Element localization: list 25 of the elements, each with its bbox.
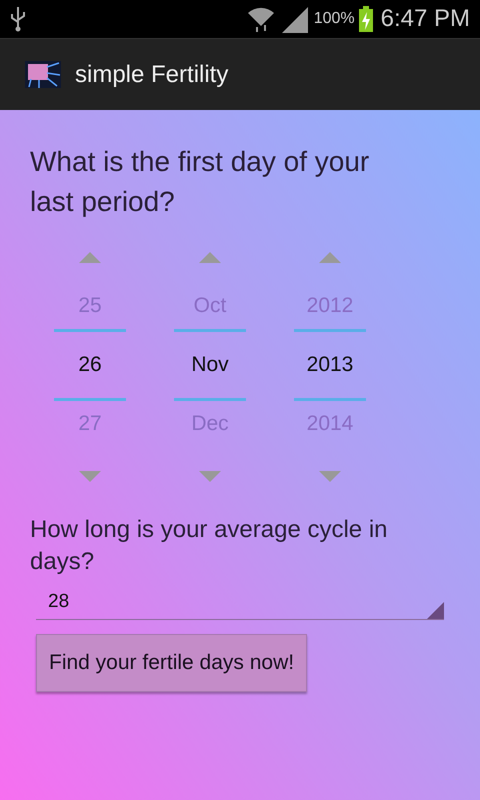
previous-value: 2012 (306, 293, 354, 319)
app-title: simple Fertility (75, 60, 228, 88)
signal-icon (280, 5, 310, 33)
up-arrow-icon[interactable] (79, 252, 101, 263)
selected-value[interactable]: Nov (174, 329, 246, 401)
down-arrow-icon[interactable] (199, 471, 221, 482)
battery-percentage: 100% (314, 10, 355, 28)
battery-charging-icon (358, 6, 373, 32)
date-question: What is the first day of your last period? (30, 145, 370, 219)
up-arrow-icon[interactable] (199, 252, 221, 263)
up-arrow-icon[interactable] (319, 252, 341, 263)
dropdown-corner-icon (427, 602, 444, 619)
selected-value[interactable]: 26 (54, 329, 126, 401)
find-fertile-days-button[interactable]: Find your fertile days now! (36, 634, 308, 692)
cycle-question: How long is your average cycle in days? (30, 515, 389, 577)
down-arrow-icon[interactable] (319, 471, 341, 482)
previous-value: 25 (78, 293, 102, 319)
wifi-icon (246, 5, 276, 33)
cycle-length-dropdown[interactable]: 28 (36, 584, 444, 620)
selected-value[interactable]: 2013 (294, 329, 366, 401)
clock: 6:47 PM (380, 5, 470, 33)
next-value: 27 (78, 411, 102, 437)
down-arrow-icon[interactable] (79, 471, 101, 482)
usb-icon (10, 6, 26, 32)
app-icon (25, 61, 61, 88)
